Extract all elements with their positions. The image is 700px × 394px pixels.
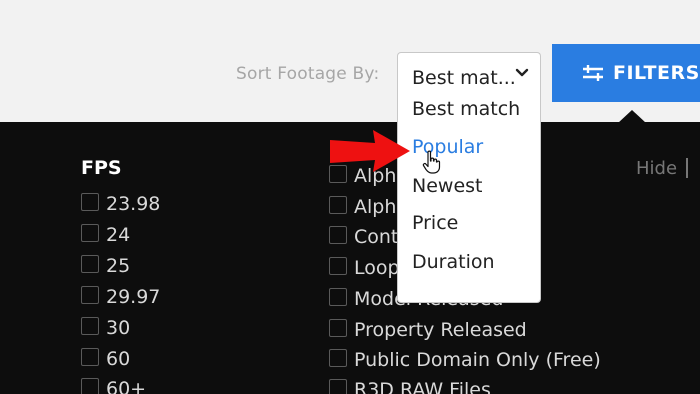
checkbox[interactable]: [81, 378, 99, 394]
fps-option-label: 29.97: [106, 286, 161, 308]
filters-button[interactable]: FILTERS: [552, 44, 700, 102]
sort-bar: Sort Footage By: Best mat... FILTERS: [0, 0, 700, 122]
sort-option-price[interactable]: Price: [412, 212, 458, 234]
sort-option-best-match[interactable]: Best match: [412, 98, 520, 120]
filters-button-label: FILTERS: [613, 62, 700, 84]
sort-option-duration[interactable]: Duration: [412, 251, 495, 273]
checkbox[interactable]: [81, 224, 99, 242]
filters-panel-pointer: [618, 110, 646, 123]
checkbox[interactable]: [329, 349, 347, 367]
fps-option-label: 60: [106, 348, 131, 370]
chevron-down-icon: [515, 68, 529, 77]
sort-selected-value: Best mat...: [412, 67, 516, 89]
sliders-icon: [583, 65, 603, 81]
hide-divider: [686, 158, 688, 178]
checkbox[interactable]: [329, 319, 347, 337]
fps-section-title: FPS: [81, 157, 122, 179]
hide-link[interactable]: Hide: [636, 158, 677, 179]
fps-option-label: 30: [106, 317, 131, 339]
fps-option-label: 25: [106, 255, 131, 277]
filter-option-label: Property Released: [354, 319, 527, 341]
filter-option-label: Loop: [354, 257, 400, 279]
checkbox[interactable]: [81, 286, 99, 304]
checkbox[interactable]: [329, 288, 347, 306]
sort-label: Sort Footage By:: [236, 64, 380, 84]
checkbox[interactable]: [81, 255, 99, 273]
checkbox[interactable]: [329, 257, 347, 275]
hand-pointer-icon: [422, 150, 441, 174]
filter-option-label: Public Domain Only (Free): [354, 349, 601, 371]
fps-option-label: 23.98: [106, 193, 161, 215]
checkbox[interactable]: [81, 317, 99, 335]
filter-option-label: Alph: [354, 196, 397, 218]
sort-dropdown-menu: Best match Popular Newest Price Duration: [397, 94, 541, 303]
checkbox[interactable]: [81, 348, 99, 366]
checkbox[interactable]: [329, 379, 347, 394]
checkbox[interactable]: [81, 193, 99, 211]
checkbox[interactable]: [329, 196, 347, 214]
fps-option-label: 24: [106, 224, 131, 246]
annotation-arrow-icon: [330, 130, 410, 172]
filter-option-label: R3D RAW Files: [354, 379, 491, 394]
sort-select[interactable]: Best mat...: [397, 52, 541, 96]
sort-option-newest[interactable]: Newest: [412, 175, 482, 197]
checkbox[interactable]: [329, 226, 347, 244]
filter-option-label: Cont: [354, 226, 399, 248]
fps-option-label: 60+: [106, 378, 147, 394]
